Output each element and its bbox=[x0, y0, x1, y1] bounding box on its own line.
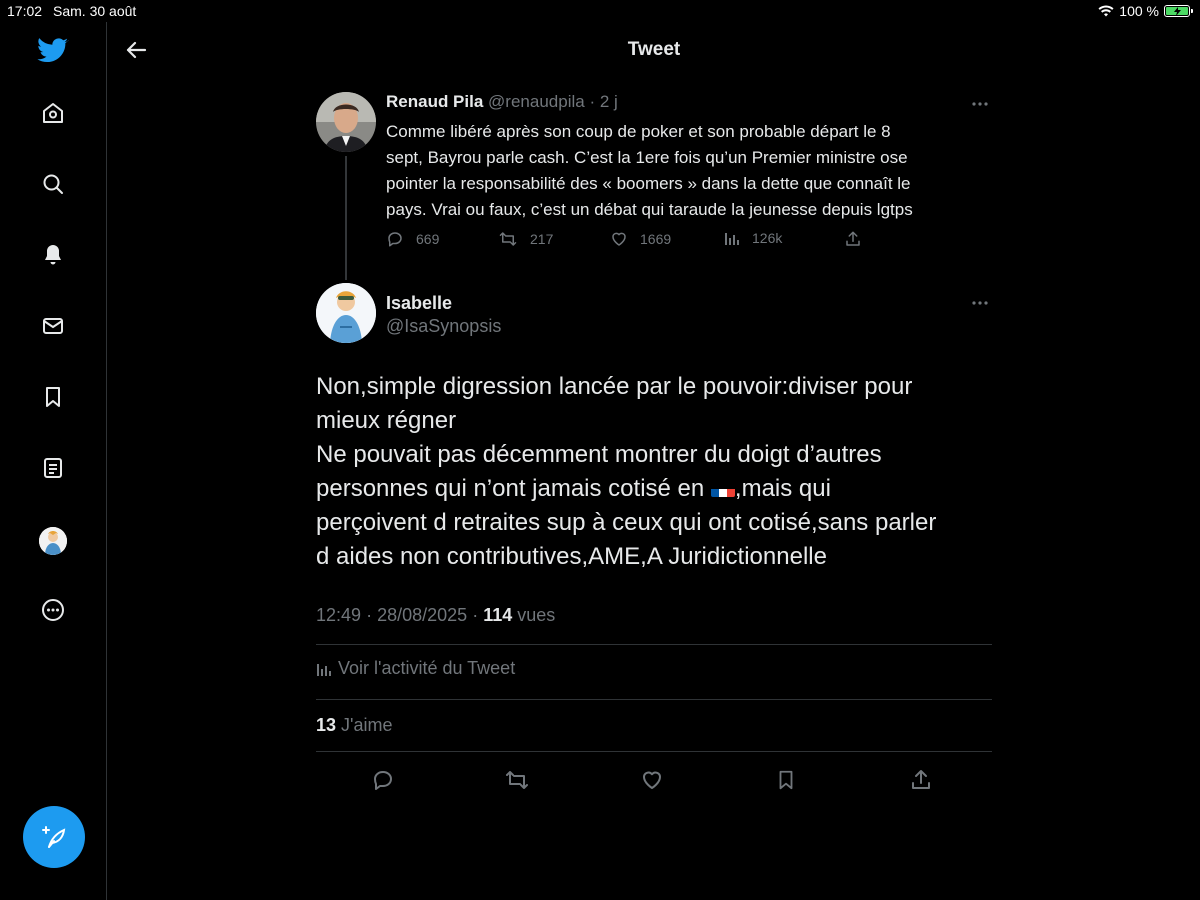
france-flag-icon bbox=[710, 481, 735, 497]
like-count: 1669 bbox=[640, 231, 672, 247]
bell-icon[interactable] bbox=[38, 240, 68, 270]
text-line: perçoivent d retraites sup à ceux qui on… bbox=[316, 509, 937, 536]
page-title: Tweet bbox=[627, 39, 681, 60]
text-line: Comme libéré après son coup de poker et … bbox=[386, 122, 891, 141]
avatar[interactable] bbox=[316, 283, 376, 343]
bookmark-icon[interactable] bbox=[38, 382, 68, 412]
heart-icon bbox=[643, 771, 661, 789]
views-button[interactable]: 126k bbox=[724, 230, 782, 246]
tweet-text: Non,simple digression lancée par le pouv… bbox=[316, 370, 992, 574]
ellipsis-icon bbox=[972, 301, 988, 305]
twitter-logo-icon[interactable] bbox=[36, 36, 70, 66]
status-time: 17:02 bbox=[7, 3, 43, 19]
text-line: Ne pouvait pas décemment montrer du doig… bbox=[316, 441, 882, 468]
parent-tweet-actions: 669 217 1669 126k bbox=[386, 230, 866, 252]
avatar[interactable] bbox=[39, 527, 67, 555]
parent-tweet-header: Renaud Pila @renaudpila · 2 j bbox=[386, 92, 618, 112]
battery-icon bbox=[1164, 5, 1193, 17]
divider bbox=[316, 751, 992, 752]
tweet-time[interactable]: 12:49 bbox=[316, 605, 361, 625]
text-line: pointer la responsabilité des « boomers … bbox=[386, 174, 911, 193]
compose-icon bbox=[42, 826, 66, 848]
avatar[interactable] bbox=[316, 92, 376, 152]
wifi-icon bbox=[1098, 5, 1114, 17]
analytics-icon bbox=[725, 233, 739, 245]
more-options-button[interactable] bbox=[968, 94, 992, 114]
text-line: mieux régner bbox=[316, 407, 457, 434]
retweet-count: 217 bbox=[530, 231, 554, 247]
thread-line bbox=[345, 156, 347, 280]
retweet-icon bbox=[506, 771, 528, 789]
author-handle[interactable]: @IsaSynopsis bbox=[386, 316, 501, 337]
more-icon[interactable] bbox=[38, 595, 68, 625]
tweet-date[interactable]: 28/08/2025 bbox=[377, 605, 467, 625]
text-line: d aides non contributives,AME,A Juridict… bbox=[316, 543, 827, 570]
parent-tweet-text: Comme libéré après son coup de poker et … bbox=[386, 119, 986, 223]
text-line: personnes qui n’ont jamais cotisé en ,ma… bbox=[316, 472, 992, 506]
author-name[interactable]: Renaud Pila bbox=[386, 92, 483, 111]
text-line: sept, Bayrou parle cash. C’est la 1ere f… bbox=[386, 148, 908, 167]
header: Tweet bbox=[108, 22, 1200, 78]
reply-icon bbox=[374, 771, 392, 790]
divider bbox=[316, 699, 992, 700]
text-line: pays. Vrai ou faux, c’est un débat qui t… bbox=[386, 200, 913, 219]
status-right: 100 % bbox=[1098, 3, 1193, 19]
more-options-button[interactable] bbox=[968, 293, 992, 313]
views-count: 126k bbox=[752, 230, 783, 246]
separator-dot: · bbox=[472, 605, 479, 625]
reply-button[interactable] bbox=[370, 767, 396, 793]
battery-percent: 100 % bbox=[1119, 3, 1159, 19]
views-label: vues bbox=[517, 605, 556, 625]
author-name[interactable]: Isabelle bbox=[386, 293, 452, 314]
text-fragment: ,mais qui bbox=[734, 475, 831, 502]
share-button[interactable] bbox=[844, 230, 862, 248]
analytics-icon bbox=[317, 663, 331, 676]
ellipsis-icon bbox=[972, 102, 988, 106]
separator-dot: · bbox=[366, 605, 373, 625]
status-date: Sam. 30 août bbox=[53, 3, 137, 19]
mail-icon[interactable] bbox=[38, 311, 68, 341]
likes-label: J'aime bbox=[341, 715, 393, 735]
retweet-icon bbox=[499, 232, 517, 246]
likes-count: 13 bbox=[316, 715, 337, 735]
share-icon bbox=[846, 231, 860, 246]
retweet-button[interactable]: 217 bbox=[498, 230, 553, 248]
bookmark-icon bbox=[779, 770, 793, 790]
share-button[interactable] bbox=[908, 767, 934, 793]
list-icon[interactable] bbox=[38, 453, 68, 483]
home-icon[interactable] bbox=[38, 98, 68, 128]
views-count: 114 bbox=[483, 605, 513, 625]
likes-summary[interactable]: 13 J'aime bbox=[316, 715, 393, 736]
tweet-time[interactable]: 2 j bbox=[600, 92, 618, 111]
compose-button[interactable] bbox=[23, 806, 85, 868]
retweet-button[interactable] bbox=[504, 767, 530, 793]
reply-button[interactable]: 669 bbox=[386, 230, 439, 248]
share-icon bbox=[912, 770, 930, 789]
separator-dot: · bbox=[589, 92, 596, 111]
divider bbox=[316, 644, 992, 645]
activity-label: Voir l'activité du Tweet bbox=[338, 658, 516, 678]
like-button[interactable] bbox=[639, 767, 665, 793]
tweet-activity-link[interactable]: Voir l'activité du Tweet bbox=[316, 658, 515, 679]
search-icon[interactable] bbox=[38, 169, 68, 199]
bookmark-button[interactable] bbox=[773, 767, 799, 793]
text-line: Non,simple digression lancée par le pouv… bbox=[316, 373, 913, 400]
tweet-meta: 12:49 · 28/08/2025 · 114 vues bbox=[316, 605, 555, 626]
author-handle[interactable]: @renaudpila bbox=[488, 92, 585, 111]
heart-icon bbox=[612, 232, 626, 246]
status-bar: 17:02 Sam. 30 août 100 % bbox=[0, 0, 1200, 22]
reply-icon bbox=[388, 232, 402, 247]
sidebar bbox=[0, 22, 107, 900]
reply-count: 669 bbox=[416, 231, 440, 247]
like-button[interactable]: 1669 bbox=[610, 230, 671, 248]
text-fragment: personnes qui n’ont jamais cotisé en bbox=[316, 475, 705, 502]
